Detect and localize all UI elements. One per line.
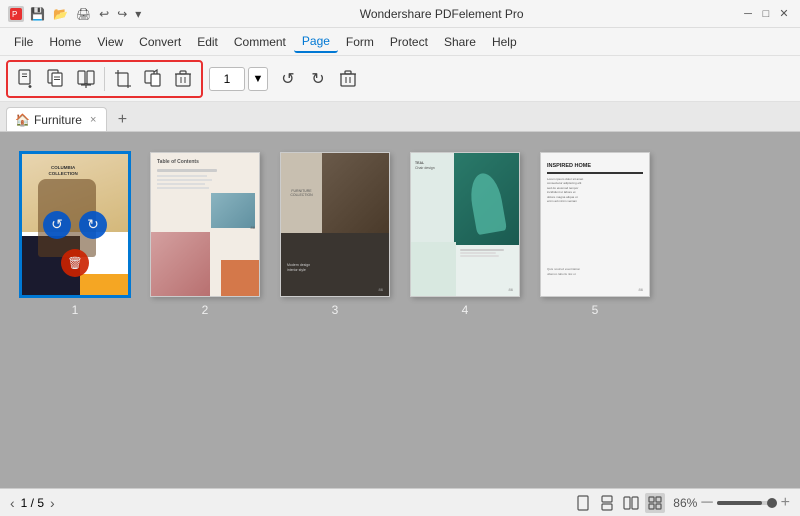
overlay-rotate-right-icon: ↻ <box>79 211 107 239</box>
quick-save-icon[interactable]: 💾 <box>28 5 47 23</box>
two-page-view-button[interactable] <box>621 493 641 513</box>
window-controls: ─ □ ✕ <box>740 6 792 22</box>
page-thumbnail-2[interactable]: Table of Contents 86 <box>150 152 260 297</box>
page-indicator: 1 / 5 <box>21 496 44 510</box>
menu-view[interactable]: View <box>89 32 131 52</box>
page-number-group: ▼ <box>209 67 268 91</box>
add-tab-button[interactable]: + <box>111 109 133 131</box>
rotate-group: ↺ ↻ <box>274 65 362 93</box>
continuous-view-button[interactable] <box>597 493 617 513</box>
next-page-button[interactable]: › <box>50 495 55 511</box>
page-item-4[interactable]: TEAL Chair design 86 4 <box>410 152 520 317</box>
page-dropdown-button[interactable]: ▼ <box>248 67 268 91</box>
title-bar: P 💾 📂 🖨 ↩ ↪ ▾ Wondershare PDFelement Pro… <box>0 0 800 28</box>
quick-redo-icon[interactable]: ↪ <box>115 5 129 23</box>
replace-page-button[interactable] <box>139 65 167 93</box>
menu-protect[interactable]: Protect <box>382 32 436 52</box>
tab-label: Furniture <box>34 113 82 127</box>
furniture-tab[interactable]: 🏠 Furniture × <box>6 107 107 131</box>
page-number-label-2: 2 <box>202 303 209 317</box>
menu-share[interactable]: Share <box>436 32 484 52</box>
prev-page-button[interactable]: ‹ <box>10 495 15 511</box>
page-number-label-5: 5 <box>592 303 599 317</box>
title-bar-left: P 💾 📂 🖨 ↩ ↪ ▾ <box>8 5 143 23</box>
page-tools-group <box>6 60 203 98</box>
rotate-left-button[interactable]: ↺ <box>274 65 302 93</box>
zoom-slider[interactable] <box>717 501 777 505</box>
status-bar: ‹ 1 / 5 › 86% ─ + <box>0 488 800 516</box>
delete-page-button[interactable] <box>169 65 197 93</box>
quick-customize-icon[interactable]: ▾ <box>133 5 143 23</box>
page-thumbnail-3[interactable]: FURNITURECOLLECTION Modern designinterio… <box>280 152 390 297</box>
menu-home[interactable]: Home <box>41 32 89 52</box>
page-item-2[interactable]: Table of Contents 86 2 <box>150 152 260 317</box>
pages-container: COLUMBIACOLLECTION ↺ ↻ 🗑 › 1 Table of Co… <box>20 152 650 317</box>
menu-comment[interactable]: Comment <box>226 32 294 52</box>
page-number-label-1: 1 <box>72 303 79 317</box>
svg-text:P: P <box>12 10 17 19</box>
page-thumbnail-4[interactable]: TEAL Chair design 86 <box>410 152 520 297</box>
page-number-label-3: 3 <box>332 303 339 317</box>
page-number-label-4: 4 <box>462 303 469 317</box>
tab-close-button[interactable]: × <box>90 114 96 126</box>
insert-blank-page-button[interactable] <box>12 65 40 93</box>
menu-bar: File Home View Convert Edit Comment Page… <box>0 28 800 56</box>
page-thumbnail-5[interactable]: INSPIRED HOME Lorem ipsum dolor sit amet… <box>540 152 650 297</box>
menu-page[interactable]: Page <box>294 31 338 53</box>
page-number-input[interactable] <box>209 67 245 91</box>
page1-overlay-icons: ↺ ↻ <box>43 211 107 239</box>
delete-button[interactable] <box>334 65 362 93</box>
menu-help[interactable]: Help <box>484 32 525 52</box>
app-title: Wondershare PDFelement Pro <box>360 7 524 21</box>
quick-undo-icon[interactable]: ↩ <box>97 5 111 23</box>
split-page-button[interactable] <box>72 65 100 93</box>
menu-form[interactable]: Form <box>338 32 382 52</box>
grid-view-button[interactable] <box>645 493 665 513</box>
quick-print-icon[interactable]: 🖨 <box>74 5 93 23</box>
single-page-view-button[interactable] <box>573 493 593 513</box>
crop-page-button[interactable] <box>109 65 137 93</box>
zoom-control: 86% ─ + <box>673 494 790 512</box>
minimize-button[interactable]: ─ <box>740 6 756 22</box>
home-icon: 🏠 <box>15 113 30 127</box>
app-icon: P <box>8 6 24 22</box>
main-content: COLUMBIACOLLECTION ↺ ↻ 🗑 › 1 Table of Co… <box>0 132 800 488</box>
menu-edit[interactable]: Edit <box>189 32 226 52</box>
page-item-5[interactable]: INSPIRED HOME Lorem ipsum dolor sit amet… <box>540 152 650 317</box>
quick-open-icon[interactable]: 📂 <box>51 5 70 23</box>
extract-page-button[interactable] <box>42 65 70 93</box>
zoom-slider-handle[interactable] <box>767 498 777 508</box>
menu-file[interactable]: File <box>6 32 41 52</box>
overlay-rotate-left-icon: ↺ <box>43 211 71 239</box>
zoom-in-button[interactable]: + <box>781 494 790 512</box>
view-icons-group <box>573 493 665 513</box>
page-item-1[interactable]: COLUMBIACOLLECTION ↺ ↻ 🗑 › 1 <box>20 152 130 317</box>
zoom-slider-fill <box>717 501 762 505</box>
maximize-button[interactable]: □ <box>758 6 774 22</box>
status-left: ‹ 1 / 5 › <box>10 495 55 511</box>
tab-bar: 🏠 Furniture × + <box>0 102 800 132</box>
overlay-delete-icon: 🗑 <box>61 249 89 277</box>
menu-convert[interactable]: Convert <box>131 32 189 52</box>
toolbar: ▼ ↺ ↻ <box>0 56 800 102</box>
page-thumbnail-1[interactable]: COLUMBIACOLLECTION ↺ ↻ 🗑 › <box>20 152 130 297</box>
zoom-out-button[interactable]: ─ <box>701 494 712 512</box>
status-right: 86% ─ + <box>573 493 790 513</box>
zoom-level: 86% <box>673 496 697 510</box>
rotate-right-button[interactable]: ↻ <box>304 65 332 93</box>
close-button[interactable]: ✕ <box>776 6 792 22</box>
page-item-3[interactable]: FURNITURECOLLECTION Modern designinterio… <box>280 152 390 317</box>
